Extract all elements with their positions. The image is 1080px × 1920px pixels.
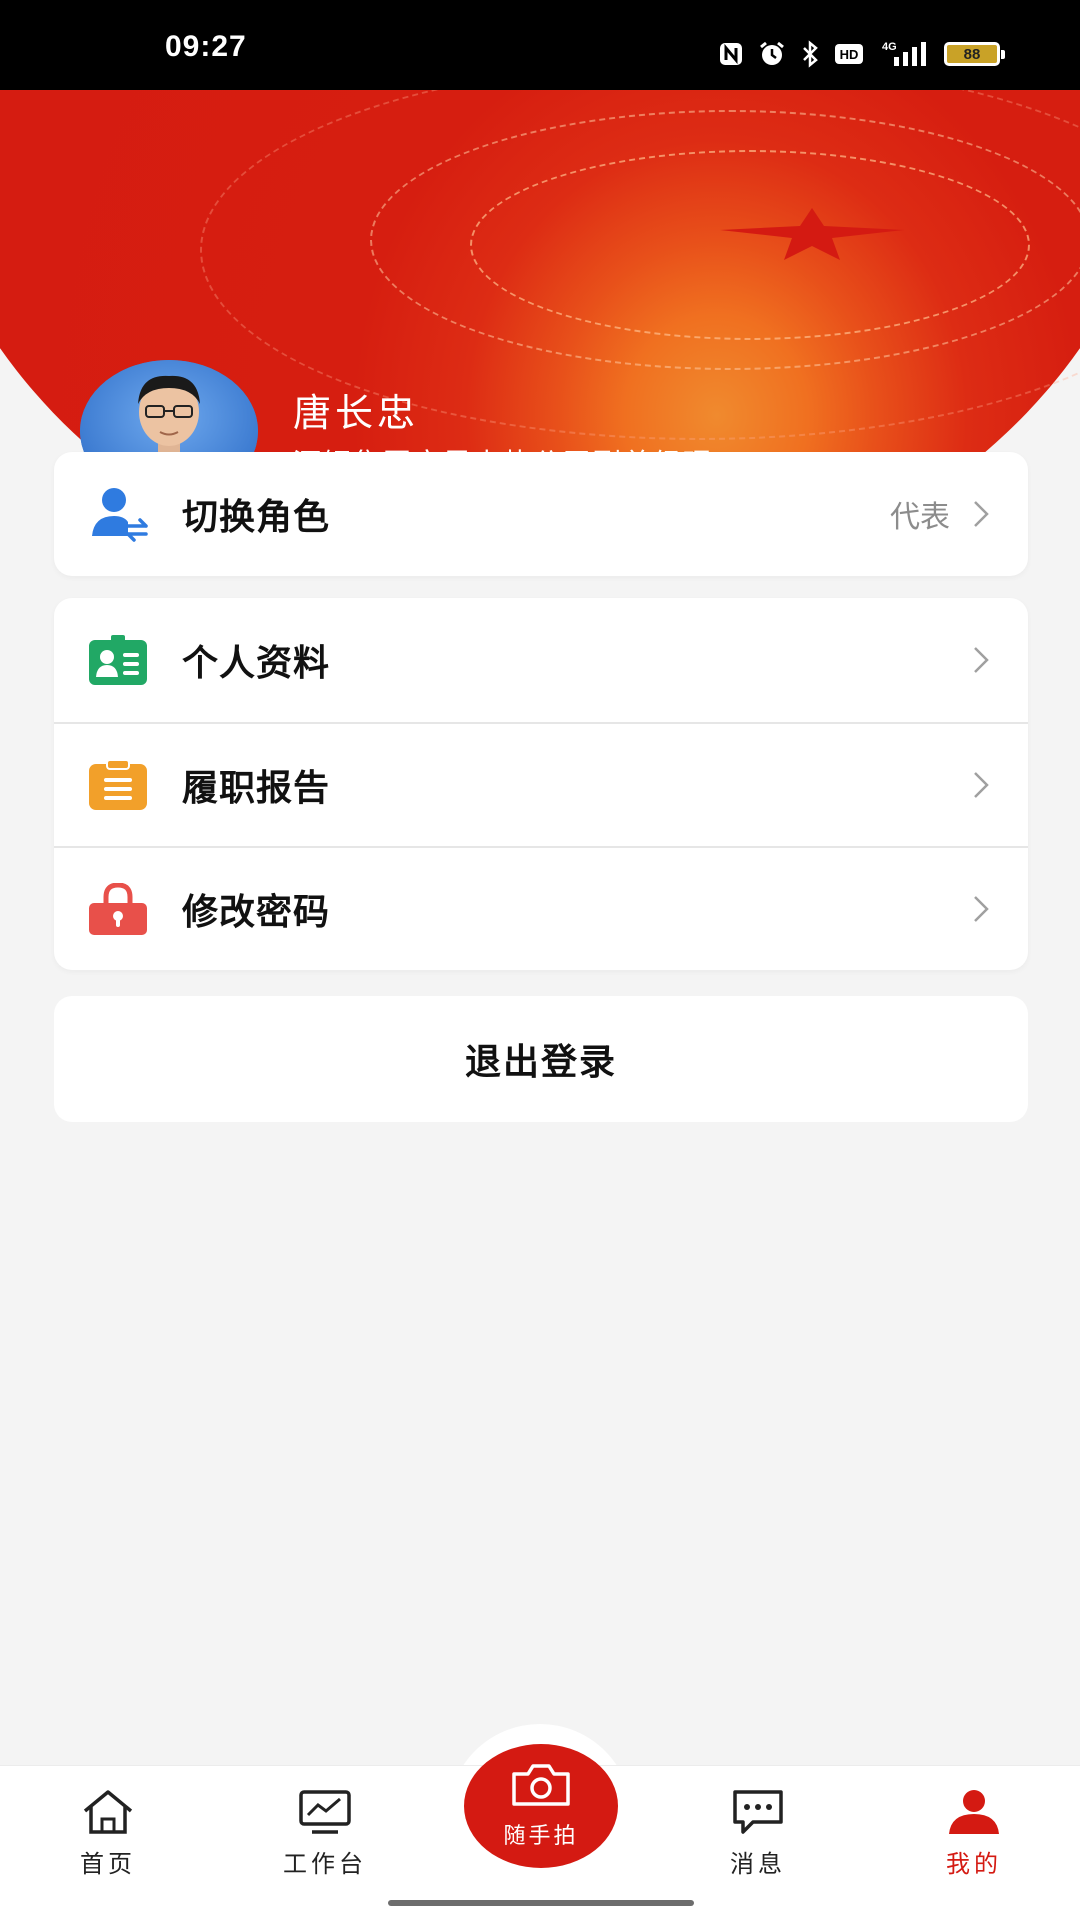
chevron-right-icon: [974, 896, 989, 922]
tab-label: 消息: [730, 1850, 786, 1878]
camera-icon: [510, 1762, 572, 1812]
tab-label: 首页: [80, 1850, 136, 1878]
hd-icon: HD: [834, 41, 864, 67]
tab-mine[interactable]: 我的: [904, 1786, 1044, 1896]
battery-icon: 88: [944, 42, 1005, 66]
role-card: 切换角色 代表: [54, 452, 1028, 576]
svg-text:HD: HD: [840, 47, 859, 62]
monitor-chart-icon: [297, 1786, 353, 1838]
logout-button[interactable]: 退出登录: [54, 996, 1028, 1122]
lock-icon: [88, 879, 148, 939]
menu-card: 个人资料 履职报告 修改密码: [54, 598, 1028, 970]
menu-item-label: 个人资料: [182, 643, 331, 684]
current-role-value: 代表: [890, 500, 950, 535]
status-time: 09:27: [165, 30, 247, 63]
bluetooth-icon: [800, 40, 820, 68]
menu-item-report[interactable]: 履职报告: [54, 722, 1028, 846]
quick-shot-label: 随手拍: [503, 1824, 579, 1849]
switch-role-label: 切换角色: [182, 497, 331, 538]
svg-text:4G: 4G: [882, 41, 897, 53]
menu-item-password[interactable]: 修改密码: [54, 846, 1028, 970]
tab-messages[interactable]: 消息: [688, 1786, 828, 1896]
chevron-right-icon: [974, 647, 989, 673]
clipboard-icon: [88, 755, 148, 815]
id-card-icon: [88, 630, 148, 690]
user-icon: [946, 1786, 1002, 1838]
tab-workbench[interactable]: 工作台: [255, 1786, 395, 1896]
tab-home[interactable]: 首页: [38, 1786, 178, 1896]
alarm-icon: [758, 41, 786, 67]
signal-icon: 4G: [878, 41, 930, 67]
chevron-right-icon: [974, 501, 989, 527]
switch-role-row[interactable]: 切换角色 代表: [54, 452, 1028, 576]
switch-user-icon: [88, 484, 148, 544]
status-icons: HD 4G 88: [718, 38, 1005, 70]
user-name: 唐长忠: [293, 391, 420, 435]
tab-label: 我的: [946, 1850, 1002, 1878]
quick-shot-button[interactable]: 随手拍: [464, 1744, 618, 1868]
status-bar: 09:27 HD 4G 88: [0, 0, 1080, 90]
tab-label: 工作台: [283, 1850, 367, 1878]
message-icon: [730, 1786, 786, 1838]
star-emblem-icon: [720, 208, 904, 260]
menu-item-profile[interactable]: 个人资料: [54, 598, 1028, 722]
menu-item-label: 修改密码: [182, 892, 331, 933]
menu-item-label: 履职报告: [182, 768, 331, 809]
chevron-right-icon: [974, 772, 989, 798]
home-indicator: [388, 1900, 694, 1906]
home-icon: [80, 1786, 136, 1838]
nfc-icon: [718, 41, 744, 67]
